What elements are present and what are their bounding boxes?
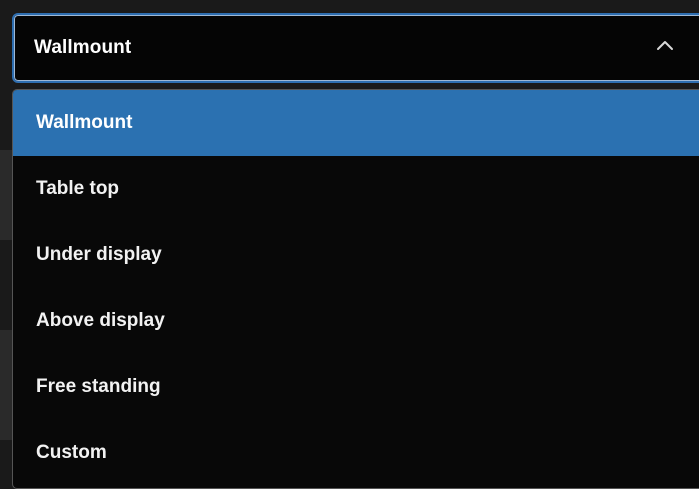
option-label: Wallmount [36, 112, 133, 133]
option-label: Table top [36, 178, 120, 199]
chevron-up-icon[interactable] [656, 39, 674, 51]
option-label: Under display [36, 244, 162, 265]
mount-type-dropdown-list: Wallmount Table top Under display Above … [12, 89, 699, 489]
option-wallmount[interactable]: Wallmount [13, 90, 699, 156]
option-table-top[interactable]: Table top [13, 156, 699, 222]
select-current-value: Wallmount [34, 37, 132, 58]
option-custom[interactable]: Custom [13, 420, 699, 486]
background-content-edge [0, 330, 12, 440]
option-label: Free standing [36, 376, 161, 397]
mount-type-select[interactable]: Wallmount [12, 13, 699, 83]
option-label: Above display [36, 310, 165, 331]
option-label: Custom [36, 442, 107, 463]
background-content-edge [0, 150, 12, 240]
option-free-standing[interactable]: Free standing [13, 354, 699, 420]
option-under-display[interactable]: Under display [13, 222, 699, 288]
option-above-display[interactable]: Above display [13, 288, 699, 354]
